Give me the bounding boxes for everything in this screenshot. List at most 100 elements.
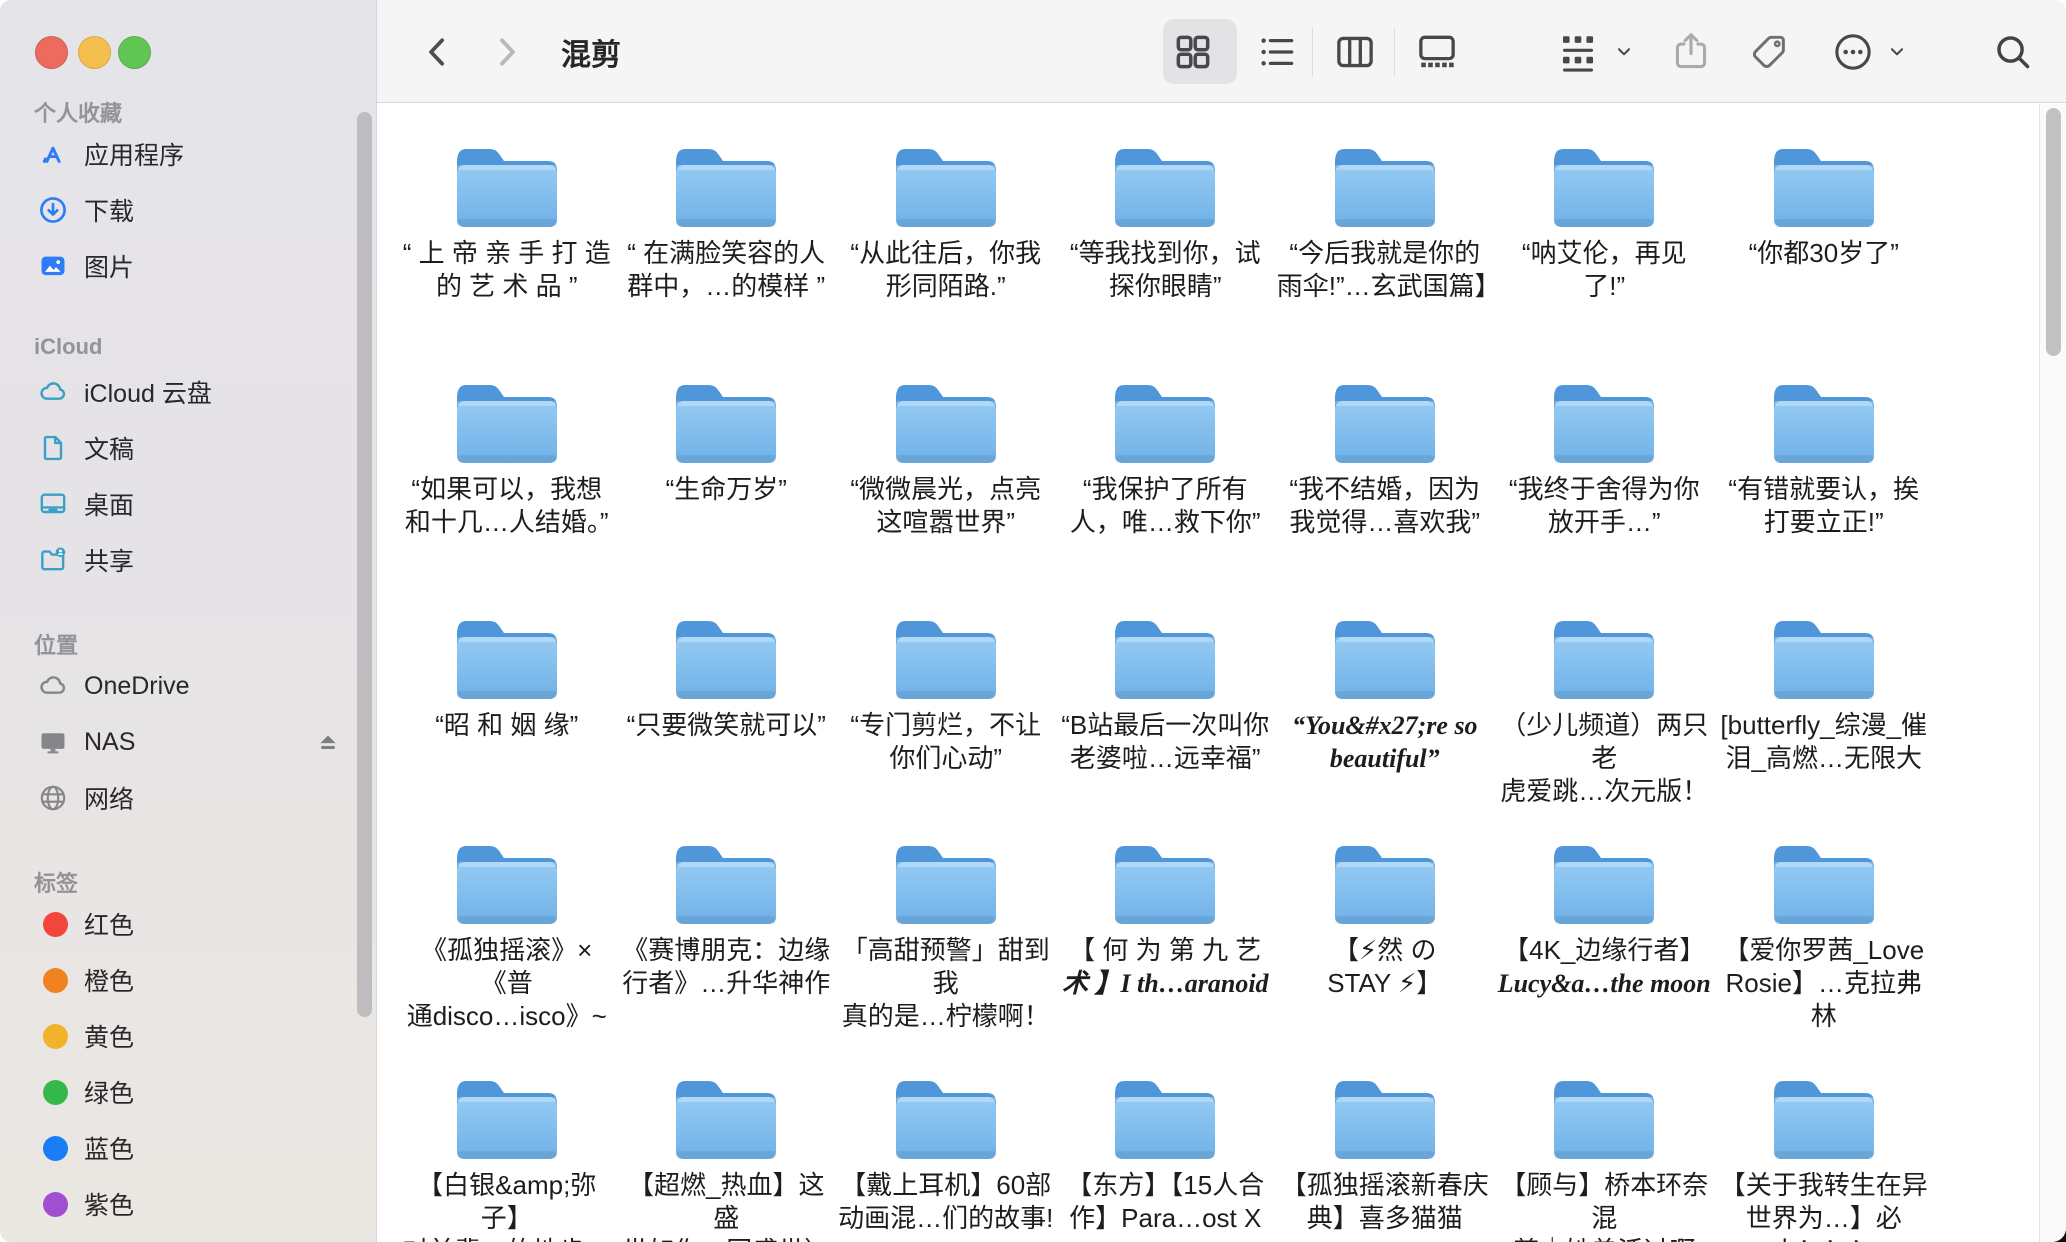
folder-item[interactable]: “今后我就是你的雨伞!”…玄武国篇】 bbox=[1275, 132, 1495, 303]
folder-item[interactable]: 【关于我转生在异世界为…】必火！！！ bbox=[1714, 1064, 1934, 1242]
folder-item[interactable]: 《孤独摇滚》×《普通disco…isco》~ bbox=[397, 829, 617, 1033]
back-button[interactable] bbox=[419, 33, 457, 71]
folder-item[interactable]: 《赛博朋克：边缘行者》…升华神作 bbox=[617, 829, 837, 1033]
folder-icon[interactable] bbox=[1547, 604, 1661, 700]
folder-icon[interactable] bbox=[889, 368, 1003, 464]
tag-button[interactable] bbox=[1746, 29, 1792, 75]
folder-item[interactable]: “昭 和 姻 缘” bbox=[397, 604, 617, 808]
folder-item[interactable]: “我不结婚，因为我觉得…喜欢我” bbox=[1275, 368, 1495, 539]
folder-icon[interactable] bbox=[1328, 1064, 1442, 1160]
folder-icon[interactable] bbox=[450, 132, 564, 228]
sidebar-item-tag-yellow[interactable]: 黄色 bbox=[0, 1008, 376, 1064]
folder-icon[interactable] bbox=[450, 604, 564, 700]
sidebar-item-tag-orange[interactable]: 橙色 bbox=[0, 952, 376, 1008]
folder-icon[interactable] bbox=[889, 1064, 1003, 1160]
folder-icon[interactable] bbox=[1767, 829, 1881, 925]
column-view-button[interactable] bbox=[1332, 29, 1378, 75]
folder-icon[interactable] bbox=[1108, 829, 1222, 925]
folder-icon[interactable] bbox=[1547, 368, 1661, 464]
folder-icon[interactable] bbox=[1108, 604, 1222, 700]
content-scrollbar[interactable] bbox=[2046, 108, 2061, 356]
folder-icon[interactable] bbox=[450, 1064, 564, 1160]
folder-icon[interactable] bbox=[1328, 368, 1442, 464]
folder-icon[interactable] bbox=[1108, 132, 1222, 228]
minimize-button[interactable] bbox=[78, 36, 111, 69]
folder-item[interactable]: “等我找到你，试探你眼睛” bbox=[1056, 132, 1276, 303]
folder-item[interactable]: “从此往后，你我形同陌路.” bbox=[836, 132, 1056, 303]
folder-icon[interactable] bbox=[669, 604, 783, 700]
chevron-down-icon[interactable] bbox=[1613, 41, 1635, 63]
sidebar-item-pictures[interactable]: 图片 bbox=[0, 238, 376, 294]
folder-item[interactable]: 【东方】【15人合作】Para…ost X 15 bbox=[1056, 1064, 1276, 1242]
sidebar-item-onedrive[interactable]: OneDrive bbox=[0, 658, 376, 714]
folder-icon[interactable] bbox=[1328, 132, 1442, 228]
sidebar-item-nas[interactable]: NAS bbox=[0, 714, 376, 770]
folder-item[interactable]: “我终于舍得为你放开手…” bbox=[1495, 368, 1715, 539]
sidebar-item-shared[interactable]: 共享 bbox=[0, 532, 376, 588]
folder-icon[interactable] bbox=[1767, 1064, 1881, 1160]
sidebar-item-tag-red[interactable]: 红色 bbox=[0, 896, 376, 952]
sidebar-item-documents[interactable]: 文稿 bbox=[0, 420, 376, 476]
folder-icon[interactable] bbox=[1108, 368, 1222, 464]
folder-item[interactable]: “我保护了所有人，唯…救下你” bbox=[1056, 368, 1276, 539]
content-scrollbar-track[interactable] bbox=[2039, 104, 2066, 1242]
folder-icon[interactable] bbox=[1547, 1064, 1661, 1160]
folder-item[interactable]: 【白银&amp;弥子】对前辈…的地步。 bbox=[397, 1064, 617, 1242]
gallery-view-button[interactable] bbox=[1414, 29, 1460, 75]
folder-item[interactable]: “专门剪烂，不让你们心动” bbox=[836, 604, 1056, 808]
folder-item[interactable]: “有错就要认，挨打要立正!” bbox=[1714, 368, 1934, 539]
folder-item[interactable]: “ 在满脸笑容的人群中，…的模样 ” bbox=[617, 132, 837, 303]
sidebar-item-tag-purple[interactable]: 紫色 bbox=[0, 1176, 376, 1232]
sidebar-item-applications[interactable]: 应用程序 bbox=[0, 126, 376, 182]
folder-icon[interactable] bbox=[889, 829, 1003, 925]
folder-icon[interactable] bbox=[1767, 604, 1881, 700]
sidebar-item-tag-green[interactable]: 绿色 bbox=[0, 1064, 376, 1120]
folder-icon[interactable] bbox=[669, 1064, 783, 1160]
folder-item[interactable]: “只要微笑就可以” bbox=[617, 604, 837, 808]
folder-item[interactable]: 「高甜预警」甜到我真的是…柠檬啊！ bbox=[836, 829, 1056, 1033]
list-view-button[interactable] bbox=[1254, 29, 1300, 75]
folder-item[interactable]: 【爱你罗茜_LoveRosie】…克拉弗林 bbox=[1714, 829, 1934, 1033]
sidebar-item-tag-blue[interactable]: 蓝色 bbox=[0, 1120, 376, 1176]
folder-icon[interactable] bbox=[889, 604, 1003, 700]
eject-icon[interactable] bbox=[314, 728, 342, 756]
grouping-button[interactable] bbox=[1555, 29, 1601, 75]
folder-icon[interactable] bbox=[1767, 368, 1881, 464]
forward-button[interactable] bbox=[487, 33, 525, 71]
sidebar-item-network[interactable]: 网络 bbox=[0, 770, 376, 826]
more-options-button[interactable] bbox=[1830, 29, 1876, 75]
folder-icon[interactable] bbox=[889, 132, 1003, 228]
folder-item[interactable]: “你都30岁了” bbox=[1714, 132, 1934, 303]
folder-item[interactable]: “呐艾伦，再见了!” bbox=[1495, 132, 1715, 303]
folder-item[interactable]: 【⚡然 のSTAY ⚡】 bbox=[1275, 829, 1495, 1033]
folder-item[interactable]: “微微晨光，点亮这喧嚣世界” bbox=[836, 368, 1056, 539]
folder-icon[interactable] bbox=[1328, 829, 1442, 925]
folder-icon[interactable] bbox=[1547, 829, 1661, 925]
folder-icon[interactable] bbox=[1108, 1064, 1222, 1160]
folder-item[interactable]: 【戴上耳机】60部动画混…们的故事! bbox=[836, 1064, 1056, 1242]
icon-view-button[interactable] bbox=[1170, 29, 1216, 75]
folder-item[interactable]: “ 上 帝 亲 手 打 造的 艺 术 品 ” bbox=[397, 132, 617, 303]
folder-item[interactable]: [butterfly_综漫_催泪_高燃…无限大 bbox=[1714, 604, 1934, 808]
sidebar-scrollbar[interactable] bbox=[357, 112, 372, 1017]
folder-item[interactable]: 【超燃_热血】这盛世如你…国盛世） bbox=[617, 1064, 837, 1242]
sidebar-item-desktop[interactable]: 桌面 bbox=[0, 476, 376, 532]
search-button[interactable] bbox=[1991, 30, 2035, 74]
folder-icon[interactable] bbox=[450, 368, 564, 464]
folder-icon[interactable] bbox=[669, 132, 783, 228]
folder-item[interactable]: “生命万岁” bbox=[617, 368, 837, 539]
folder-item[interactable]: （少儿频道）两只老虎爱跳…次元版！ bbox=[1495, 604, 1715, 808]
folder-item[interactable]: 【顾与】桥本环奈混剪｜她曾活过啊 bbox=[1495, 1064, 1715, 1242]
folder-item[interactable]: 【 何 为 第 九 艺术 】I th…aranoid bbox=[1056, 829, 1276, 1033]
folder-item[interactable]: 【孤独摇滚新春庆典】喜多猫猫 bbox=[1275, 1064, 1495, 1242]
sidebar-item-icloud-drive[interactable]: iCloud 云盘 bbox=[0, 364, 376, 420]
zoom-button[interactable] bbox=[118, 36, 151, 69]
folder-icon[interactable] bbox=[450, 829, 564, 925]
folder-icon[interactable] bbox=[1767, 132, 1881, 228]
folder-item[interactable]: “B站最后一次叫你老婆啦…远幸福” bbox=[1056, 604, 1276, 808]
sidebar-item-downloads[interactable]: 下载 bbox=[0, 182, 376, 238]
folder-icon[interactable] bbox=[1547, 132, 1661, 228]
share-button[interactable] bbox=[1668, 28, 1714, 74]
close-button[interactable] bbox=[35, 36, 68, 69]
folder-icon[interactable] bbox=[1328, 604, 1442, 700]
